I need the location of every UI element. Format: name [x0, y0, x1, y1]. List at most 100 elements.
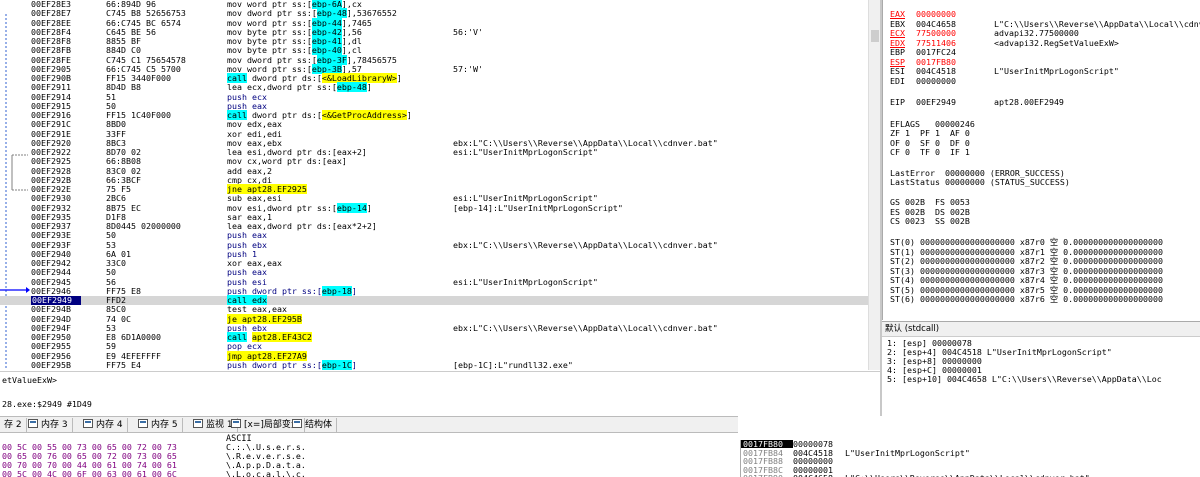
- instruction-address[interactable]: 00EF28E7: [31, 9, 81, 18]
- instruction-row[interactable]: 00EF2955 59 pop ecx: [0, 342, 868, 351]
- instruction-comment: esi:L"UserInitMprLogonScript": [453, 193, 598, 204]
- dump-hex: 00 5C 00 4C 00 6F 00 63 00 61 00 6C: [2, 469, 177, 477]
- instruction-comment: 57:'W': [453, 63, 483, 74]
- tab-4[interactable]: 内存 5: [134, 418, 183, 433]
- instruction-row[interactable]: 00EF2911 8D4D B8 lea ecx,dword ptr ss:[ebp…: [0, 82, 868, 93]
- tab-7[interactable]: 结构体: [288, 418, 338, 433]
- instruction-token: ebp-48: [336, 82, 367, 93]
- calling-convention-selector[interactable]: 默认 (stdcall): [882, 321, 1200, 337]
- disassembly-pane[interactable]: 00EF28E3 66:894D 96 mov word ptr ss:[ebp-6…: [0, 0, 868, 370]
- instruction-row[interactable]: 00EF2930 2BC6 sub eax,esi esi:L"UserInitMpr…: [0, 194, 868, 203]
- register-row[interactable]: EDI 00000000: [890, 75, 994, 86]
- instruction-row[interactable]: 00EF2932 8B75 EC mov esi,dword ptr ss:[ebp…: [0, 202, 868, 213]
- stack-pane[interactable]: 0017FB80 00000078 0017FB84 004C4518 L"UserIn…: [740, 440, 1200, 477]
- register-value[interactable]: 00000000: [916, 10, 994, 19]
- instruction-address[interactable]: 00EF291C: [31, 120, 81, 129]
- tab-label: 内存 3: [41, 420, 68, 430]
- register-value[interactable]: 00EF2949: [916, 98, 994, 107]
- instruction-address[interactable]: 00EF2955: [31, 342, 81, 351]
- instruction-row[interactable]: 00EF2946 FF75 E8 push dword ptr ss:[ebp-18…: [0, 285, 868, 296]
- tab-label: 内存 5: [151, 420, 178, 430]
- memory-dump-pane[interactable]: ASCII 00 5C 00 55 00 73 00 65 00 72 00 7…: [0, 433, 738, 477]
- stack-row[interactable]: 0017FB80 00000078: [741, 440, 1200, 448]
- stack-address[interactable]: 0017FB88: [741, 457, 793, 465]
- instruction-row[interactable]: 00EF294B 85C0 test eax,eax: [0, 305, 868, 314]
- instruction-row[interactable]: 00EF2950 E8 6D1A0000 call apt28.EF43C2: [0, 332, 868, 342]
- instruction-row[interactable]: 00EF2914 51 push ecx: [0, 92, 868, 102]
- instruction-address[interactable]: 00EF2930: [31, 194, 81, 203]
- instruction-bytes: 8BD0: [106, 119, 126, 130]
- instruction-address[interactable]: 00EF2925: [31, 157, 81, 166]
- call-arguments-pane[interactable]: 1: [esp] 00000078 2: [esp+4] 004C4518 L"U…: [882, 337, 1200, 385]
- instruction-bytes: C745 B8 52656753: [106, 8, 186, 19]
- instruction-token: ]: [396, 73, 402, 83]
- tab-icon: [193, 419, 203, 428]
- instruction-token: ebp-44: [311, 17, 342, 28]
- info-pane: etValueExW> 28.exe:$2949 #1D49: [0, 371, 880, 411]
- fpu-register-row: ST(0) 0000000000000000000 x87r0 空 0.0000…: [890, 237, 1164, 247]
- instruction-bytes: 50: [106, 267, 116, 278]
- instruction-token: pop ecx: [227, 341, 262, 352]
- instruction-address[interactable]: 00EF295B: [31, 360, 81, 370]
- call-argument[interactable]: 5: [esp+10] 004C4658 L"C:\\Users\\Revers…: [887, 375, 1162, 384]
- instruction-row[interactable]: 00EF28E7 C745 B8 52656753 mov dword ptr ss…: [0, 8, 868, 19]
- flags-row[interactable]: CF 0 TF 0 IF 1: [890, 148, 970, 157]
- segment-row: GS 002B FS 0053: [890, 197, 970, 207]
- register-description: apt28.00EF2949: [994, 97, 1064, 107]
- stack-address[interactable]: 0017FB80: [741, 440, 793, 448]
- stack-value: 00000000: [793, 456, 833, 466]
- instruction-row[interactable]: 00EF295B FF75 E4 push dword ptr ss:[ebp-1C…: [0, 359, 868, 370]
- instruction-comment: ebx:L"C:\\Users\\Reverse\\AppData\\Local…: [453, 322, 718, 333]
- tab-2[interactable]: 内存 3: [24, 418, 73, 433]
- instruction-comment: 56:'V': [453, 26, 483, 37]
- instruction-row[interactable]: 00EF28FB 884D C0 mov byte ptr ss:[ebp-40],…: [0, 45, 868, 56]
- register-value[interactable]: 0017FC24: [916, 48, 994, 57]
- register-row[interactable]: EAX 00000000: [890, 10, 994, 19]
- instruction-row[interactable]: 00EF2925 66:8B08 mov cx,word ptr ds:[eax]: [0, 157, 868, 166]
- instruction-row[interactable]: 00EF291C 8BD0 mov edx,eax: [0, 120, 868, 129]
- register-description: advapi32.77500000: [994, 28, 1079, 38]
- tab-1[interactable]: 存 2: [0, 418, 27, 433]
- stack-row[interactable]: 0017FB88 00000000: [741, 457, 1200, 465]
- register-value[interactable]: 004C4518: [916, 67, 994, 76]
- instruction-row[interactable]: 00EF2944 50 push eax: [0, 268, 868, 277]
- register-row[interactable]: EBP 0017FC24: [890, 48, 994, 57]
- register-value[interactable]: 00000000: [916, 76, 994, 86]
- register-row[interactable]: ESI 004C4518 L"UserInitMprLogonScript": [890, 67, 1119, 76]
- tab-3[interactable]: 内存 4: [79, 418, 128, 433]
- instruction-address[interactable]: 00EF2944: [31, 268, 81, 277]
- instruction-comment: [ebp-1C]:L"rundll32.exe": [453, 359, 573, 370]
- instruction-address[interactable]: 00EF294B: [31, 305, 81, 314]
- instruction-bytes: 66:8B08: [106, 156, 141, 167]
- instruction-token: test eax,eax: [227, 304, 287, 315]
- instruction-row[interactable]: 00EF293E 50 push eax: [0, 231, 868, 240]
- tab-label: 结构体: [305, 420, 333, 430]
- instruction-row[interactable]: 00EF2942 33C0 xor eax,eax: [0, 259, 868, 268]
- instruction-address[interactable]: 00EF28FB: [31, 46, 81, 55]
- fpu-register-row: ST(6) 0000000000000000000 x87r6 空 0.0000…: [890, 294, 1164, 304]
- instruction-token: ]: [351, 359, 357, 370]
- instruction-bytes: 85C0: [106, 304, 126, 315]
- register-row[interactable]: EIP 00EF2949 apt28.00EF2949: [890, 98, 1064, 107]
- instruction-bytes: 884D C0: [106, 45, 141, 56]
- tab-icon: [138, 419, 148, 428]
- register-name: EDI: [890, 75, 905, 86]
- current-instruction-row[interactable]: 00EF2949 FFD2 call edx: [0, 295, 868, 305]
- instruction-row[interactable]: 00EF294D 74 0C je apt28.EF295B: [0, 313, 868, 324]
- instruction-row[interactable]: 00EF2916 FF15 1C40F000 call dword ptr ds:[…: [0, 110, 868, 120]
- instruction-bytes: 8D0445 02000000: [106, 221, 181, 231]
- dump-tabs: 存 2 内存 3 内存 4 内存 5 监视 1 [x=]局部变量 结构体: [0, 416, 738, 433]
- instruction-row[interactable]: 00EF2937 8D0445 02000000 lea eax,dword ptr…: [0, 222, 868, 231]
- register-name: ECX: [890, 28, 905, 38]
- disassembly-scrollbar[interactable]: [868, 0, 880, 370]
- instruction-address[interactable]: 00EF2911: [31, 83, 81, 92]
- flags-row[interactable]: ZF 1 PF 1 AF 0: [890, 129, 970, 138]
- instruction-address[interactable]: 00EF293E: [31, 231, 81, 240]
- instruction-row[interactable]: 00EF2940 6A 01 push 1: [0, 249, 868, 259]
- instruction-bytes: 50: [106, 230, 116, 241]
- instruction-row[interactable]: 00EF291E 33FF xor edi,edi: [0, 129, 868, 139]
- instruction-token: ebp-1C: [321, 359, 352, 370]
- instruction-row[interactable]: 00EF292E 75 F5 jne apt28.EF2925: [0, 184, 868, 194]
- registers-pane[interactable]: EAX 00000000 EBX 004C4658 L"C:\\Users\\Rever…: [882, 0, 1200, 320]
- register-value[interactable]: 77500000: [916, 29, 994, 38]
